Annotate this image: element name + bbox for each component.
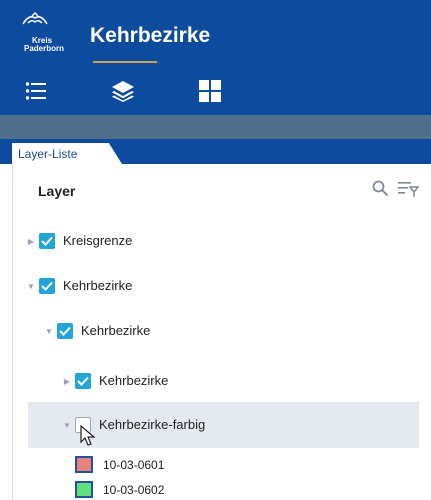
app-title: Kehrbezirke (90, 24, 211, 47)
toolbar (0, 67, 431, 115)
layer-label: Kreisgrenze (63, 233, 133, 248)
layers-button[interactable] (105, 74, 141, 108)
kreis-paderborn-logo: Kreis Paderborn (16, 12, 74, 56)
legend-item: 10-03-0601 (75, 456, 164, 473)
checkmark-icon (77, 376, 89, 386)
layer-row-kreisgrenze[interactable]: ▶ Kreisgrenze (26, 220, 426, 262)
collapse-arrow-icon[interactable]: ▼ (62, 420, 72, 430)
layer-row-kehrbezirke-group[interactable]: ▼ Kehrbezirke (44, 310, 426, 352)
collapse-arrow-icon[interactable]: ▼ (44, 326, 54, 336)
layer-label: Kehrbezirke-farbig (99, 417, 206, 432)
layer-label: Kehrbezirke (99, 373, 169, 388)
legend-label: 10-03-0601 (103, 457, 165, 472)
logo-text-paderborn: Paderborn (24, 44, 65, 53)
list-button[interactable] (18, 74, 54, 108)
checkmark-icon (41, 281, 53, 291)
expand-arrow-icon[interactable]: ▶ (62, 376, 72, 386)
app-header: Kreis Paderborn Kehrbezirke (0, 0, 431, 67)
search-icon[interactable] (372, 180, 388, 196)
layer-checkbox[interactable] (75, 373, 91, 389)
legend-swatch (75, 481, 93, 498)
layer-label: Kehrbezirke (81, 323, 151, 338)
layer-checkbox[interactable] (57, 323, 73, 339)
title-underline (93, 61, 157, 63)
coat-of-arms-icon (22, 12, 48, 25)
legend-swatch (75, 456, 93, 473)
mouse-pointer-icon (80, 425, 96, 446)
grid-icon (199, 80, 221, 102)
list-icon (25, 82, 46, 100)
tab-layer-liste-label[interactable]: Layer-Liste (18, 147, 77, 161)
layer-row-kehrbezirke-sublayer[interactable]: ▶ Kehrbezirke (62, 360, 426, 402)
layer-checkbox[interactable] (39, 278, 55, 294)
panel-title: Layer (38, 183, 76, 199)
checkmark-icon (41, 236, 53, 246)
filter-list-icon[interactable] (398, 180, 420, 198)
legend-item: 10-03-0602 (75, 481, 164, 498)
panel-title-bar (0, 115, 431, 139)
layer-row-kehrbezirke[interactable]: ▼ Kehrbezirke (26, 265, 426, 307)
layer-label: Kehrbezirke (63, 278, 133, 293)
layers-icon (112, 81, 134, 102)
grid-button[interactable] (192, 74, 228, 108)
expand-arrow-icon[interactable]: ▶ (26, 236, 36, 246)
legend-label: 10-03-0602 (103, 482, 165, 497)
checkmark-icon (59, 326, 71, 336)
collapse-arrow-icon[interactable]: ▼ (26, 281, 36, 291)
layer-checkbox[interactable] (39, 233, 55, 249)
